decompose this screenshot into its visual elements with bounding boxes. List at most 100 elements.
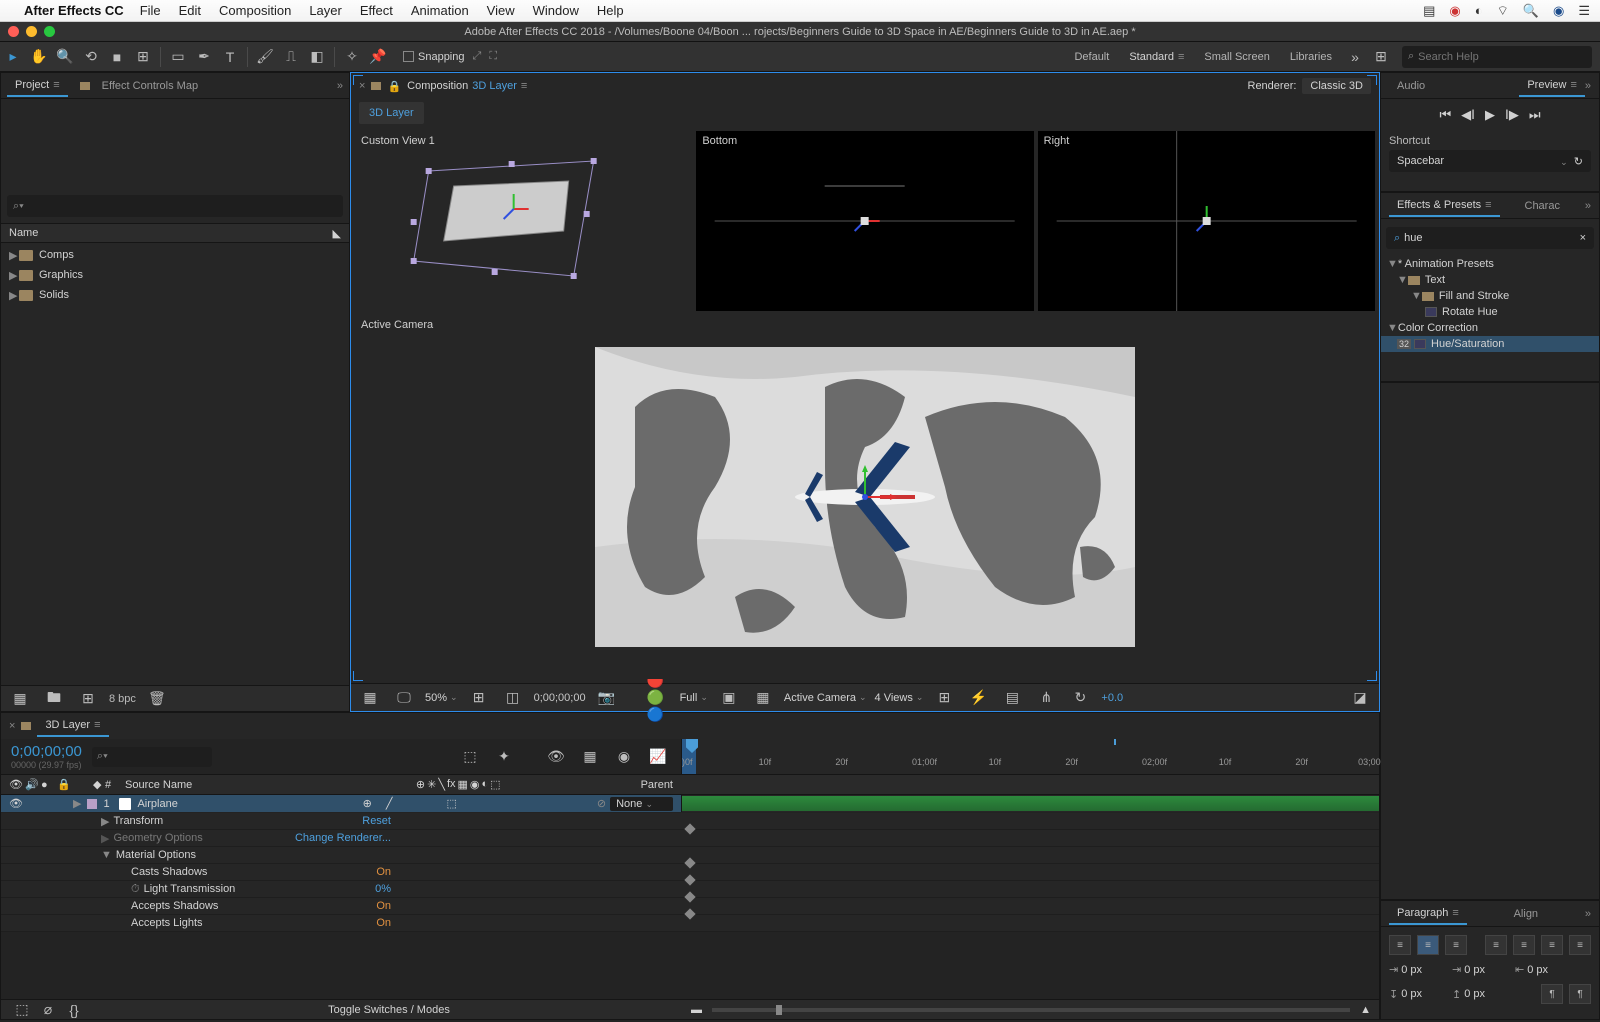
- paragraph-tab[interactable]: Paragraph≡: [1389, 903, 1467, 925]
- indent-left[interactable]: ⇥0 px: [1389, 963, 1422, 976]
- audio-col-icon[interactable]: 🔊: [25, 778, 41, 791]
- clear-search-icon[interactable]: ×: [1580, 232, 1586, 244]
- roto-tool-icon[interactable]: ✧: [340, 45, 364, 69]
- siri-icon[interactable]: ◉: [1553, 3, 1564, 19]
- workspace-libraries[interactable]: Libraries: [1280, 46, 1342, 68]
- snapshot-icon[interactable]: 📷: [595, 686, 619, 710]
- hand-tool-icon[interactable]: ✋: [27, 45, 51, 69]
- roi-icon[interactable]: ▣: [717, 686, 741, 710]
- cc-icon[interactable]: ◐: [1475, 3, 1483, 18]
- rect-tool-icon[interactable]: ▭: [166, 45, 190, 69]
- align-right-icon[interactable]: ≡: [1445, 935, 1467, 955]
- tree-colorcorrection[interactable]: ▼ Color Correction: [1381, 320, 1599, 336]
- timecode-display[interactable]: 0;00;00;00: [534, 692, 586, 704]
- current-timecode[interactable]: 0;00;00;00: [11, 743, 82, 760]
- last-frame-icon[interactable]: ⏭: [1529, 107, 1541, 123]
- tree-animation-presets[interactable]: ▼ * Animation Presets: [1381, 256, 1599, 272]
- timeline-search[interactable]: ⌕▾: [92, 747, 212, 767]
- tree-huesat[interactable]: 32Hue/Saturation: [1381, 336, 1599, 352]
- project-column-header[interactable]: Name ◣: [1, 223, 349, 243]
- close-icon[interactable]: [8, 26, 19, 37]
- align-left-icon[interactable]: ≡: [1389, 935, 1411, 955]
- alpha-icon[interactable]: ▦: [358, 686, 382, 710]
- effects-tree[interactable]: ▼ * Animation Presets ▼ Text ▼ Fill and …: [1381, 254, 1599, 354]
- comp-title-name[interactable]: 3D Layer: [472, 80, 517, 92]
- justify-left-icon[interactable]: ≡: [1485, 935, 1507, 955]
- pixel-aspect-icon[interactable]: ⊞: [932, 686, 956, 710]
- shy-icon[interactable]: 👁: [544, 745, 568, 769]
- selection-tool-icon[interactable]: ▸: [1, 45, 25, 69]
- layer-airplane[interactable]: 👁 ▶ 1 Airplane ⊕╱⬚ ⊘ None ⌄: [1, 795, 1379, 813]
- first-frame-icon[interactable]: ⏮: [1439, 107, 1451, 123]
- preview-tab[interactable]: Preview≡: [1519, 75, 1585, 97]
- camera-tool-icon[interactable]: ■: [105, 45, 129, 69]
- transparency-icon[interactable]: ▦: [751, 686, 775, 710]
- lock-icon[interactable]: 🔒: [387, 80, 401, 93]
- menu-help[interactable]: Help: [597, 3, 624, 18]
- justify-all-icon[interactable]: ≡: [1569, 935, 1591, 955]
- prev-frame-icon[interactable]: ◀Ⅰ: [1461, 107, 1475, 123]
- workspace-smallscreen[interactable]: Small Screen: [1194, 46, 1279, 68]
- text-tool-icon[interactable]: T: [218, 45, 242, 69]
- motion-blur-icon[interactable]: ◉: [612, 745, 636, 769]
- viewport-active-camera[interactable]: Active Camera: [355, 315, 1375, 679]
- character-tab[interactable]: Charac: [1517, 196, 1568, 216]
- menu-animation[interactable]: Animation: [411, 3, 469, 18]
- comp-new-icon[interactable]: ⊞: [76, 687, 100, 711]
- timeline-icon[interactable]: ▤: [1000, 686, 1024, 710]
- tl-foot-1-icon[interactable]: ⬚: [10, 998, 34, 1022]
- wifi-icon[interactable]: ⌔: [1497, 3, 1509, 19]
- space-before[interactable]: ↧0 px: [1389, 984, 1422, 1004]
- monitor-icon[interactable]: 🖵: [392, 686, 416, 710]
- minimize-icon[interactable]: [26, 26, 37, 37]
- folder-new-icon[interactable]: 🖿: [42, 687, 66, 711]
- eraser-tool-icon[interactable]: ◧: [305, 45, 329, 69]
- snapping-toggle[interactable]: Snapping ⤢ ⛶: [403, 50, 497, 63]
- tree-text[interactable]: ▼ Text: [1381, 272, 1599, 288]
- prop-transform[interactable]: ▶TransformReset: [1, 813, 1379, 830]
- app-title[interactable]: After Effects CC: [24, 3, 124, 18]
- frame-blend-icon[interactable]: ▦: [578, 745, 602, 769]
- timeline-tab[interactable]: 3D Layer≡: [37, 715, 108, 737]
- puppet-tool-icon[interactable]: 📌: [366, 45, 390, 69]
- label-col-icon[interactable]: ◆: [93, 778, 105, 791]
- renderer-value[interactable]: Classic 3D: [1302, 78, 1371, 94]
- menu-edit[interactable]: Edit: [179, 3, 201, 18]
- direction-rtl-icon[interactable]: ¶: [1569, 984, 1591, 1004]
- reset-icon[interactable]: ↻: [1574, 156, 1583, 168]
- viewport-custom[interactable]: Custom View 1: [355, 131, 692, 311]
- comp-breadcrumb[interactable]: 3D Layer: [359, 102, 424, 124]
- toggle-switches[interactable]: Toggle Switches / Modes: [87, 1004, 691, 1016]
- channels-icon[interactable]: 🔴🟢🔵: [647, 686, 671, 710]
- record-icon[interactable]: ◉: [1449, 3, 1460, 19]
- solo-col-icon[interactable]: ●: [41, 779, 57, 791]
- bpc-label[interactable]: 8 bpc: [109, 693, 136, 705]
- comp-footer-extra-icon[interactable]: ◪: [1348, 686, 1372, 710]
- pen-tool-icon[interactable]: ✒: [192, 45, 216, 69]
- clone-tool-icon[interactable]: ⎍: [279, 45, 303, 69]
- menu-layer[interactable]: Layer: [309, 3, 342, 18]
- menu-file[interactable]: File: [140, 3, 161, 18]
- lock-col-icon[interactable]: 🔒: [57, 778, 73, 791]
- indent-first[interactable]: ⇥0 px: [1452, 963, 1485, 976]
- direction-ltr-icon[interactable]: ¶: [1541, 984, 1563, 1004]
- help-search[interactable]: ⌕: [1402, 46, 1592, 68]
- menu-window[interactable]: Window: [533, 3, 579, 18]
- graph-icon[interactable]: 📈: [646, 745, 670, 769]
- menu-effect[interactable]: Effect: [360, 3, 393, 18]
- help-search-input[interactable]: [1418, 51, 1586, 63]
- effects-presets-tab[interactable]: Effects & Presets≡: [1389, 195, 1500, 217]
- justify-right-icon[interactable]: ≡: [1541, 935, 1563, 955]
- eye-col-icon[interactable]: 👁: [9, 778, 25, 791]
- pan-behind-tool-icon[interactable]: ⊞: [131, 45, 155, 69]
- viewport-bottom[interactable]: Bottom: [696, 131, 1033, 311]
- indent-right[interactable]: ⇤0 px: [1515, 963, 1548, 976]
- grid-icon[interactable]: ⊞: [467, 686, 491, 710]
- folder-solids[interactable]: ▶Solids: [1, 285, 349, 305]
- workspace-reset-icon[interactable]: ⊞: [1369, 45, 1393, 69]
- views-dropdown[interactable]: 4 Views⌄: [875, 692, 924, 704]
- workspace-more-icon[interactable]: »: [1343, 45, 1367, 69]
- align-center-icon[interactable]: ≡: [1417, 935, 1439, 955]
- brush-tool-icon[interactable]: 🖌: [253, 45, 277, 69]
- indicator-icon[interactable]: ▤: [1423, 3, 1435, 19]
